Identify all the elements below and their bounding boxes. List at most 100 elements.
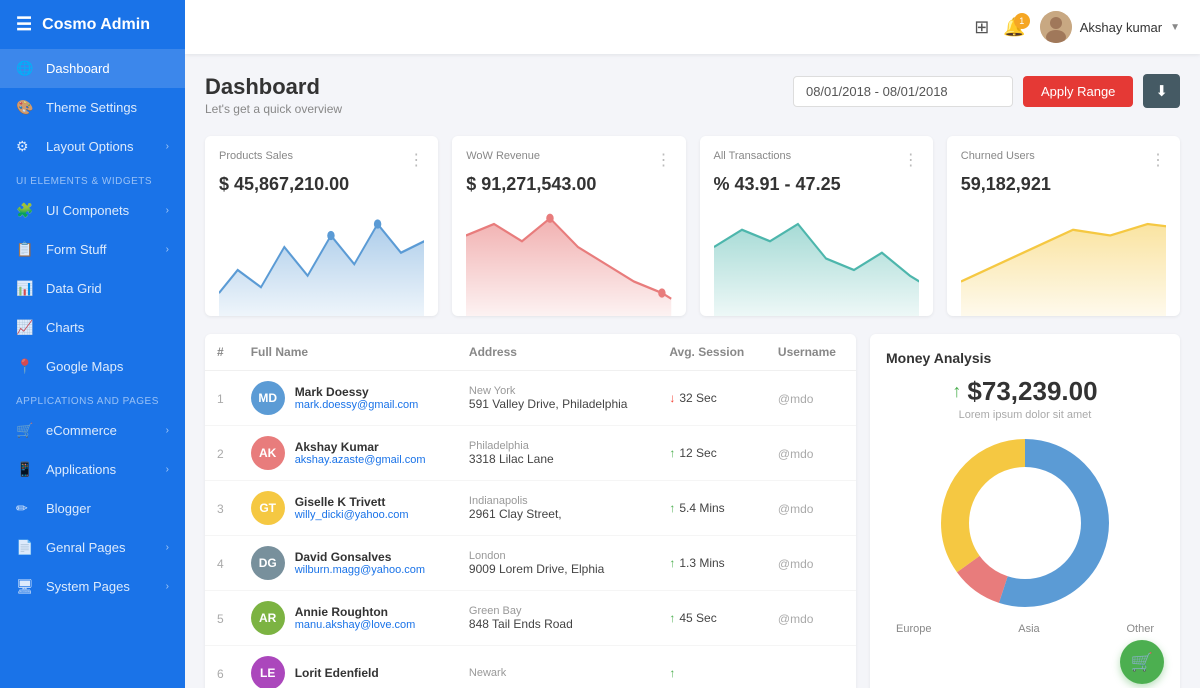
blogger-icon: ✏ xyxy=(16,500,36,517)
users-table: # Full Name Address Avg. Session Usernam… xyxy=(205,334,856,688)
stat-label: Products Sales xyxy=(219,150,293,162)
sidebar-item-dashboard[interactable]: 🌐 Dashboard xyxy=(0,49,185,88)
city: Green Bay xyxy=(469,605,645,617)
apps-grid-icon[interactable]: ⊞ xyxy=(974,17,989,38)
user-name: David Gonsalves xyxy=(295,550,425,564)
sidebar-item-data-grid[interactable]: 📊 Data Grid xyxy=(0,269,185,308)
sidebar-item-general-pages[interactable]: 📄 Genral Pages › xyxy=(0,528,185,567)
sidebar-item-label: Data Grid xyxy=(46,281,169,296)
charts-icon: 📈 xyxy=(16,319,36,336)
row-number: 1 xyxy=(205,371,239,426)
username-cell xyxy=(766,646,856,688)
sidebar-item-applications[interactable]: 📱 Applications › xyxy=(0,450,185,489)
hamburger-icon[interactable]: ☰ xyxy=(16,14,32,35)
sidebar-item-form-stuff[interactable]: 📋 Form Stuff › xyxy=(0,230,185,269)
more-options-icon[interactable]: ⋮ xyxy=(1150,150,1166,170)
sidebar-section-ui: UI Elements & Widgets xyxy=(0,166,185,191)
user-email[interactable]: willy_dicki@yahoo.com xyxy=(295,509,409,521)
ecommerce-icon: 🛒 xyxy=(16,422,36,439)
user-email[interactable]: manu.akshay@love.com xyxy=(295,619,416,631)
session-value: 45 Sec xyxy=(679,611,716,625)
stat-card-header: All Transactions ⋮ xyxy=(714,150,919,170)
theme-icon: 🎨 xyxy=(16,99,36,116)
pages-icon: 📄 xyxy=(16,539,36,556)
chart-area-3 xyxy=(714,201,919,316)
more-options-icon[interactable]: ⋮ xyxy=(408,150,424,170)
row-number: 4 xyxy=(205,536,239,591)
user-email[interactable]: mark.doessy@gmail.com xyxy=(295,399,419,411)
sidebar-item-theme-settings[interactable]: 🎨 Theme Settings xyxy=(0,88,185,127)
row-number: 3 xyxy=(205,481,239,536)
session-cell: ↓ 32 Sec xyxy=(657,371,766,426)
chevron-right-icon: › xyxy=(166,464,169,475)
more-options-icon[interactable]: ⋮ xyxy=(656,150,672,170)
user-cell: DG David Gonsalves wilburn.magg@yahoo.co… xyxy=(239,536,457,591)
stat-value: $ 91,271,543.00 xyxy=(466,174,671,195)
user-name: Annie Roughton xyxy=(295,605,416,619)
ui-icon: 🧩 xyxy=(16,202,36,219)
stat-card-header: Products Sales ⋮ xyxy=(219,150,424,170)
user-name: Giselle K Trivett xyxy=(295,495,409,509)
sidebar-item-ui-components[interactable]: 🧩 UI Componets › xyxy=(0,191,185,230)
session-down-icon: ↓ xyxy=(669,391,675,405)
sidebar-item-system-pages[interactable]: 🖥 System Pages › xyxy=(0,567,185,606)
sidebar-item-blogger[interactable]: ✏ Blogger xyxy=(0,489,185,528)
sidebar-item-layout-options[interactable]: ⚙ Layout Options › xyxy=(0,127,185,166)
sidebar-item-charts[interactable]: 📈 Charts xyxy=(0,308,185,347)
chart-area-2 xyxy=(466,201,671,316)
chevron-down-icon: ▼ xyxy=(1170,22,1180,33)
topbar: ⊞ 🔔 1 Akshay kumar ▼ xyxy=(185,0,1200,54)
page-subtitle: Let's get a quick overview xyxy=(205,102,342,116)
more-options-icon[interactable]: ⋮ xyxy=(903,150,919,170)
sidebar-item-label: Blogger xyxy=(46,501,169,516)
table-row: 3 GT Giselle K Trivett willy_dicki@yahoo… xyxy=(205,481,856,536)
notifications[interactable]: 🔔 1 xyxy=(1003,17,1025,38)
table-row: 2 AK Akshay Kumar akshay.azaste@gmail.co… xyxy=(205,426,856,481)
map-icon: 📍 xyxy=(16,358,36,375)
username: @mdo xyxy=(778,557,814,571)
col-username: Username xyxy=(766,334,856,371)
user-avatar: GT xyxy=(251,491,285,525)
chevron-right-icon: › xyxy=(166,141,169,152)
sidebar-item-ecommerce[interactable]: 🛒 eCommerce › xyxy=(0,411,185,450)
stat-cards: Products Sales ⋮ $ 45,867,210.00 xyxy=(205,136,1180,316)
chevron-right-icon: › xyxy=(166,581,169,592)
download-button[interactable]: ⬇ xyxy=(1143,74,1180,108)
username: @mdo xyxy=(778,502,814,516)
username-cell: @mdo xyxy=(766,591,856,646)
address-cell: Green Bay 848 Tail Ends Road xyxy=(457,591,657,646)
sidebar-item-label: System Pages xyxy=(46,579,166,594)
user-cell: GT Giselle K Trivett willy_dicki@yahoo.c… xyxy=(239,481,457,536)
table-row: 4 DG David Gonsalves wilburn.magg@yahoo.… xyxy=(205,536,856,591)
user-name: Akshay Kumar xyxy=(295,440,426,454)
session-up-icon: ↑ xyxy=(669,446,675,460)
user-name: Mark Doessy xyxy=(295,385,419,399)
col-session: Avg. Session xyxy=(657,334,766,371)
user-email[interactable]: akshay.azaste@gmail.com xyxy=(295,454,426,466)
table-row: 1 MD Mark Doessy mark.doessy@gmail.com N… xyxy=(205,371,856,426)
col-fullname: Full Name xyxy=(239,334,457,371)
sidebar-section-apps: Applications and Pages xyxy=(0,386,185,411)
user-menu[interactable]: Akshay kumar ▼ xyxy=(1040,11,1180,43)
row-number: 6 xyxy=(205,646,239,688)
layout-icon: ⚙ xyxy=(16,138,36,155)
sidebar-item-label: Genral Pages xyxy=(46,540,166,555)
chevron-right-icon: › xyxy=(166,542,169,553)
apps-icon: 📱 xyxy=(16,461,36,478)
city: London xyxy=(469,550,645,562)
user-email[interactable]: wilburn.magg@yahoo.com xyxy=(295,564,425,576)
page-header: Dashboard Let's get a quick overview App… xyxy=(205,74,1180,116)
date-range-input[interactable] xyxy=(793,76,1013,107)
apply-range-button[interactable]: Apply Range xyxy=(1023,76,1133,107)
session-up-icon: ↑ xyxy=(669,556,675,570)
money-analysis-card: Money Analysis ↑ $73,239.00 Lorem ipsum … xyxy=(870,334,1180,688)
session-up-icon: ↑ xyxy=(669,666,675,680)
sidebar-item-google-maps[interactable]: 📍 Google Maps xyxy=(0,347,185,386)
username-cell: @mdo xyxy=(766,371,856,426)
cart-fab-button[interactable]: 🛒 xyxy=(1120,640,1164,684)
city: Newark xyxy=(469,667,645,679)
session-cell: ↑ 45 Sec xyxy=(657,591,766,646)
user-avatar: LE xyxy=(251,656,285,688)
page-title: Dashboard xyxy=(205,74,342,100)
user-avatar: MD xyxy=(251,381,285,415)
